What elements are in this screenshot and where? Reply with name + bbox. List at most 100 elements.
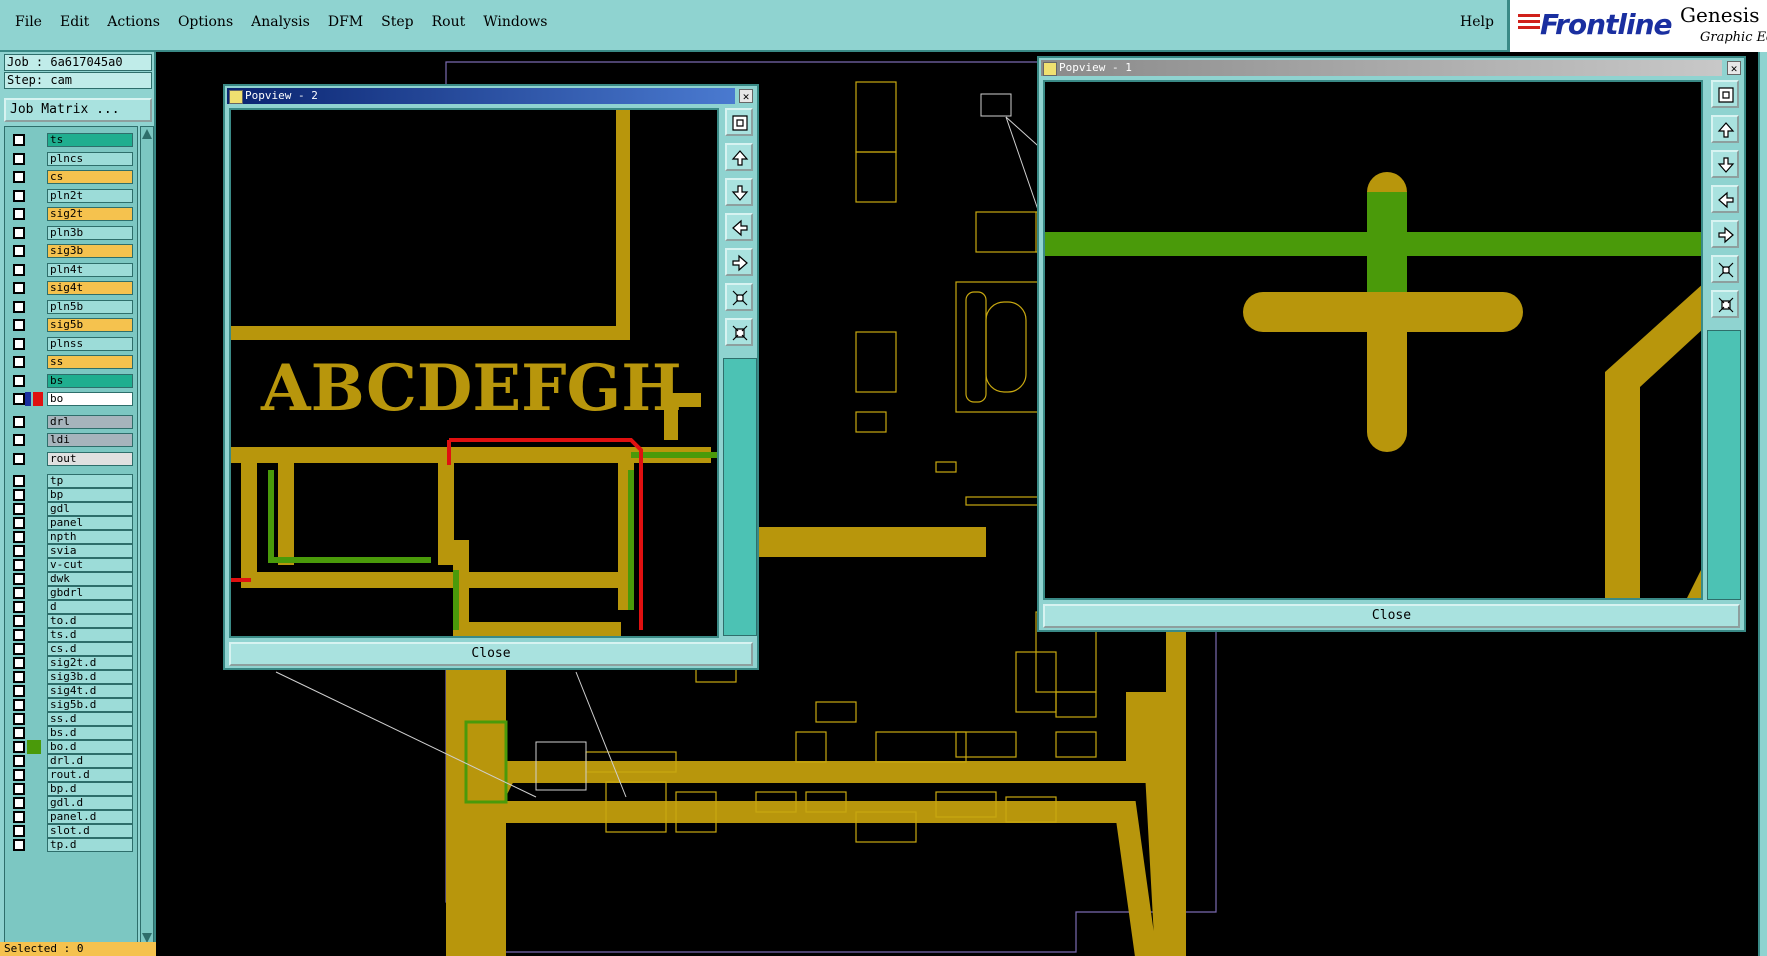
layer-row-panel.d[interactable]: panel.d [9, 810, 133, 824]
layer-checkbox[interactable] [13, 337, 25, 350]
layer-name[interactable]: sig4t [47, 281, 133, 295]
zoom-fit-icon[interactable] [725, 108, 753, 136]
layer-row-sig3b[interactable]: sig3b [9, 244, 133, 258]
popview-1-titlebar[interactable]: Popview - 1 [1041, 60, 1722, 76]
layer-name[interactable]: tp [47, 474, 133, 488]
layer-checkbox[interactable] [13, 434, 25, 446]
pan-up-icon[interactable] [1711, 115, 1739, 143]
popview-2-close-button[interactable]: Close [229, 642, 753, 666]
layer-row-d[interactable]: d [9, 600, 133, 614]
layer-checkbox[interactable] [13, 573, 25, 585]
popview-1-close-button[interactable]: Close [1043, 604, 1740, 628]
layer-row-sig2t.d[interactable]: sig2t.d [9, 656, 133, 670]
layer-row-bp.d[interactable]: bp.d [9, 782, 133, 796]
layer-name[interactable]: drl.d [47, 754, 133, 768]
layer-checkbox[interactable] [13, 769, 25, 781]
layer-row-bp[interactable]: bp [9, 488, 133, 502]
layer-checkbox[interactable] [13, 699, 25, 711]
layer-checkbox[interactable] [13, 755, 25, 767]
layer-row-npth[interactable]: npth [9, 530, 133, 544]
layer-checkbox[interactable] [13, 531, 25, 543]
layer-checkbox[interactable] [13, 601, 25, 613]
layer-name[interactable]: npth [47, 530, 133, 544]
layer-row-sig5b.d[interactable]: sig5b.d [9, 698, 133, 712]
layer-row-bs[interactable]: bs [9, 373, 133, 388]
layer-row-svia[interactable]: svia [9, 544, 133, 558]
layer-name[interactable]: to.d [47, 614, 133, 628]
popview-2-close-icon[interactable]: ✕ [739, 89, 753, 103]
layer-row-gbdrl[interactable]: gbdrl [9, 586, 133, 600]
layer-name[interactable]: rout.d [47, 768, 133, 782]
popview-1-scrollbar[interactable] [1707, 330, 1741, 600]
layer-name[interactable]: ts.d [47, 628, 133, 642]
layer-name[interactable]: pln5b [47, 299, 133, 314]
layer-row-to.d[interactable]: to.d [9, 614, 133, 628]
layer-name[interactable]: tp.d [47, 838, 133, 852]
popview-2-titlebar[interactable]: Popview - 2 [227, 88, 735, 104]
layer-checkbox[interactable] [13, 811, 25, 823]
layer-checkbox[interactable] [13, 152, 25, 165]
menu-dfm[interactable]: DFM [319, 14, 372, 30]
popview-2-scrollbar[interactable] [723, 358, 757, 636]
layer-row-ss[interactable]: ss [9, 355, 133, 369]
layer-name[interactable]: bp [47, 488, 133, 502]
layer-checkbox[interactable] [13, 393, 25, 405]
layer-checkbox[interactable] [13, 489, 25, 501]
layer-checkbox[interactable] [13, 189, 25, 202]
layer-checkbox[interactable] [13, 517, 25, 529]
layer-checkbox[interactable] [13, 741, 25, 753]
layer-checkbox[interactable] [13, 415, 25, 428]
pan-left-icon[interactable] [725, 213, 753, 241]
layer-name[interactable]: sig4t.d [47, 684, 133, 698]
layer-row-sig3b.d[interactable]: sig3b.d [9, 670, 133, 684]
layer-checkbox[interactable] [13, 643, 25, 655]
layer-checkbox[interactable] [13, 587, 25, 599]
job-matrix-button[interactable]: Job Matrix ... [4, 98, 152, 122]
layer-row-pln3b[interactable]: pln3b [9, 225, 133, 240]
menu-rout[interactable]: Rout [423, 14, 475, 30]
layer-row-bs.d[interactable]: bs.d [9, 726, 133, 740]
layer-name[interactable]: sig3b [47, 244, 133, 258]
layer-name[interactable]: d [47, 600, 133, 614]
menu-file[interactable]: File [6, 14, 51, 30]
layer-checkbox[interactable] [13, 319, 25, 331]
layer-checkbox[interactable] [13, 629, 25, 641]
layer-name[interactable]: pln3b [47, 225, 133, 240]
layer-row-sig4t[interactable]: sig4t [9, 281, 133, 295]
layer-checkbox[interactable] [13, 374, 25, 387]
layer-checkbox[interactable] [13, 452, 25, 465]
menu-options[interactable]: Options [169, 14, 242, 30]
layer-checkbox[interactable] [13, 685, 25, 697]
layer-row-pln5b[interactable]: pln5b [9, 299, 133, 314]
popview-1-view[interactable] [1043, 80, 1703, 600]
layer-name[interactable]: drl [47, 414, 133, 429]
pan-up-icon[interactable] [725, 143, 753, 171]
layer-row-ts[interactable]: ts [9, 133, 133, 147]
layer-checkbox[interactable] [13, 797, 25, 809]
layer-name[interactable]: cs.d [47, 642, 133, 656]
layer-row-drl.d[interactable]: drl.d [9, 754, 133, 768]
layer-row-rout[interactable]: rout [9, 451, 133, 466]
layer-name[interactable]: sig3b.d [47, 670, 133, 684]
layer-checkbox[interactable] [13, 282, 25, 294]
layer-name[interactable]: rout [47, 451, 133, 466]
pan-left-icon[interactable] [1711, 185, 1739, 213]
layer-row-ts.d[interactable]: ts.d [9, 628, 133, 642]
layer-name[interactable]: plnss [47, 336, 133, 351]
layer-name[interactable]: ss.d [47, 712, 133, 726]
layer-row-plnss[interactable]: plnss [9, 336, 133, 351]
popview-2-view[interactable]: ABCDEFGH [229, 108, 719, 638]
layer-row-plncs[interactable]: plncs [9, 151, 133, 166]
menu-analysis[interactable]: Analysis [242, 14, 319, 30]
layer-row-sig4t.d[interactable]: sig4t.d [9, 684, 133, 698]
layer-name[interactable]: pln4t [47, 262, 133, 277]
layer-name[interactable]: v-cut [47, 558, 133, 572]
layer-name[interactable]: ldi [47, 433, 133, 447]
layer-name[interactable]: slot.d [47, 824, 133, 838]
layer-name[interactable]: ss [47, 355, 133, 369]
layer-name[interactable]: ts [47, 133, 133, 147]
layer-checkbox[interactable] [13, 825, 25, 837]
layer-row-pln4t[interactable]: pln4t [9, 262, 133, 277]
pan-right-icon[interactable] [1711, 220, 1739, 248]
layer-name[interactable]: sig5b.d [47, 698, 133, 712]
